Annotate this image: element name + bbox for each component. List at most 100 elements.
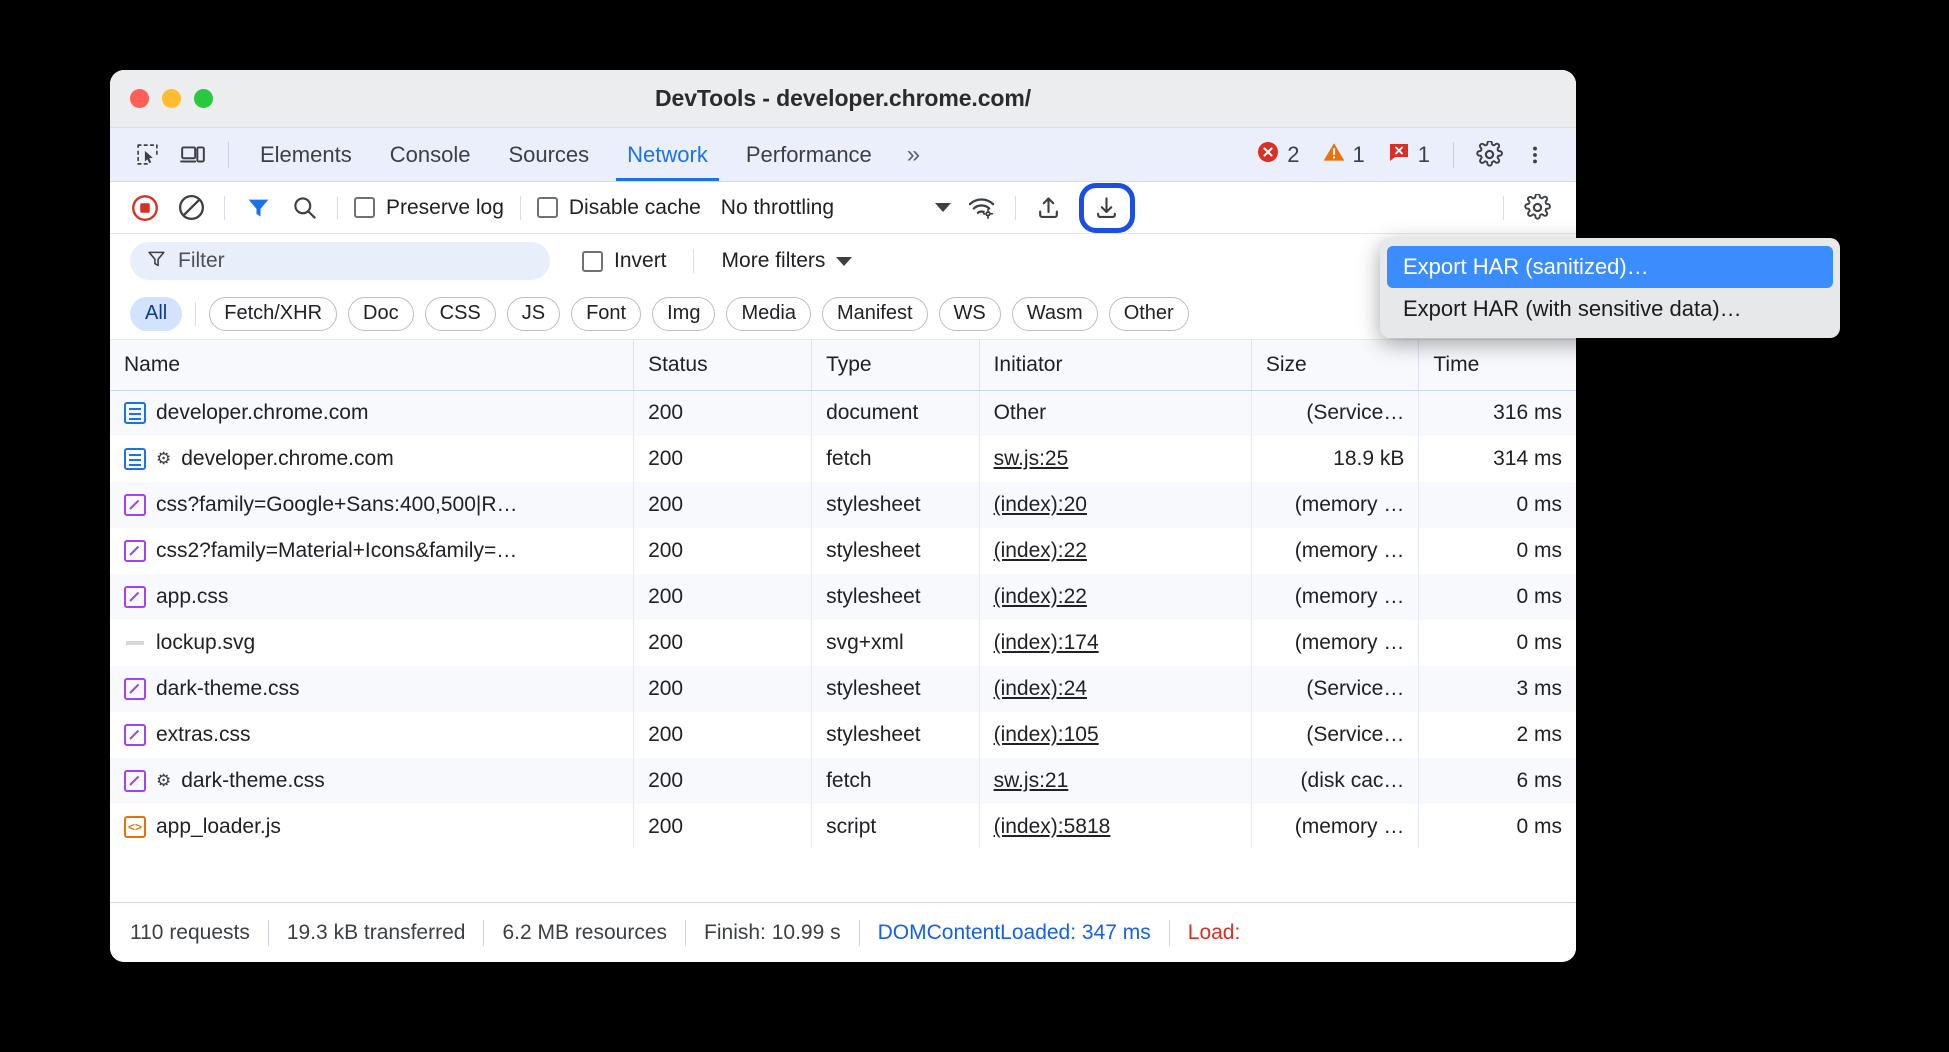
devtools-tabbar: Elements Console Sources Network Perform… <box>110 128 1576 182</box>
initiator-link[interactable]: (index):5818 <box>994 815 1111 838</box>
cell-initiator[interactable]: (index):174 <box>979 620 1251 666</box>
cell-initiator[interactable]: (index):22 <box>979 574 1251 620</box>
column-header-type[interactable]: Type <box>812 340 980 390</box>
preserve-log-box[interactable] <box>354 197 375 218</box>
tab-console[interactable]: Console <box>371 129 490 181</box>
type-filter-other[interactable]: Other <box>1109 297 1189 331</box>
more-tabs-icon[interactable]: » <box>891 141 934 169</box>
issue-counter[interactable]: 1 <box>1376 140 1441 169</box>
search-icon[interactable] <box>281 188 327 228</box>
cell-name[interactable]: css?family=Google+Sans:400,500|R… <box>110 482 634 528</box>
filter-toggle-icon[interactable] <box>235 188 281 228</box>
export-har-button[interactable] <box>1084 188 1130 228</box>
type-filter-wasm[interactable]: Wasm <box>1012 297 1098 331</box>
table-row[interactable]: css2?family=Material+Icons&family=… 200 … <box>110 528 1576 574</box>
table-row[interactable]: app.css 200 stylesheet (index):22 (memor… <box>110 574 1576 620</box>
cell-time: 0 ms <box>1419 528 1576 574</box>
table-row[interactable]: ⚙ developer.chrome.com 200 fetch sw.js:2… <box>110 436 1576 482</box>
invert-checkbox[interactable]: Invert <box>582 249 667 273</box>
tab-network[interactable]: Network <box>608 129 727 181</box>
type-filter-img[interactable]: Img <box>652 297 715 331</box>
initiator-link[interactable]: (index):174 <box>994 631 1099 654</box>
type-filter-all[interactable]: All <box>130 297 182 331</box>
column-header-status[interactable]: Status <box>634 340 812 390</box>
wifi-gear-icon[interactable] <box>959 188 1005 228</box>
cell-name[interactable]: <> app_loader.js <box>110 804 634 848</box>
cell-name[interactable]: app.css <box>110 574 634 620</box>
table-row[interactable]: css?family=Google+Sans:400,500|R… 200 st… <box>110 482 1576 528</box>
cell-initiator[interactable]: sw.js:25 <box>979 436 1251 482</box>
invert-box[interactable] <box>582 251 603 272</box>
maximize-window-button[interactable] <box>194 89 213 108</box>
cell-name[interactable]: developer.chrome.com <box>110 390 634 436</box>
status-requests: 110 requests <box>130 921 268 945</box>
initiator-link[interactable]: sw.js:25 <box>994 447 1069 470</box>
cell-initiator[interactable]: (index):5818 <box>979 804 1251 848</box>
inspect-element-icon[interactable] <box>124 135 170 175</box>
error-counter[interactable]: 2 <box>1245 140 1310 169</box>
column-header-time[interactable]: Time <box>1419 340 1576 390</box>
cell-name[interactable]: lockup.svg <box>110 620 634 666</box>
cell-name[interactable]: ⚙ dark-theme.css <box>110 758 634 804</box>
cell-initiator[interactable]: sw.js:21 <box>979 758 1251 804</box>
menu-item-export-har-sensitive[interactable]: Export HAR (with sensitive data)… <box>1387 288 1833 330</box>
warning-counter[interactable]: 1 <box>1311 140 1376 169</box>
cell-initiator[interactable]: (index):20 <box>979 482 1251 528</box>
type-filter-css[interactable]: CSS <box>425 297 496 331</box>
export-har-menu: Export HAR (sanitized)… Export HAR (with… <box>1380 238 1840 338</box>
type-filter-fetch-xhr[interactable]: Fetch/XHR <box>209 297 337 331</box>
tab-performance[interactable]: Performance <box>727 129 891 181</box>
type-filter-media[interactable]: Media <box>726 297 810 331</box>
gear-icon[interactable] <box>1466 135 1512 175</box>
cell-initiator[interactable]: (index):22 <box>979 528 1251 574</box>
toolbar-divider-1 <box>224 196 225 220</box>
initiator-link[interactable]: (index):22 <box>994 539 1087 562</box>
table-row[interactable]: lockup.svg 200 svg+xml (index):174 (memo… <box>110 620 1576 666</box>
request-name: dark-theme.css <box>181 769 325 793</box>
table-row[interactable]: dark-theme.css 200 stylesheet (index):24… <box>110 666 1576 712</box>
close-window-button[interactable] <box>130 89 149 108</box>
minimize-window-button[interactable] <box>162 89 181 108</box>
cell-initiator[interactable]: (index):24 <box>979 666 1251 712</box>
initiator-link[interactable]: (index):20 <box>994 493 1087 516</box>
type-filter-font[interactable]: Font <box>571 297 641 331</box>
table-row[interactable]: ⚙ dark-theme.css 200 fetch sw.js:21 (dis… <box>110 758 1576 804</box>
table-row[interactable]: <> app_loader.js 200 script (index):5818… <box>110 804 1576 848</box>
type-filter-ws[interactable]: WS <box>939 297 1001 331</box>
disable-cache-checkbox[interactable]: Disable cache <box>531 196 707 220</box>
throttling-dropdown[interactable]: No throttling <box>721 196 951 220</box>
column-header-name[interactable]: Name <box>110 340 634 390</box>
clear-button[interactable] <box>168 188 214 228</box>
error-count: 2 <box>1287 142 1299 168</box>
cell-status: 200 <box>634 804 812 848</box>
import-har-button[interactable] <box>1026 188 1072 228</box>
cell-name[interactable]: extras.css <box>110 712 634 758</box>
initiator-link[interactable]: (index):24 <box>994 677 1087 700</box>
column-header-size[interactable]: Size <box>1251 340 1419 390</box>
cell-name[interactable]: dark-theme.css <box>110 666 634 712</box>
table-row[interactable]: extras.css 200 stylesheet (index):105 (S… <box>110 712 1576 758</box>
disable-cache-box[interactable] <box>537 197 558 218</box>
tab-sources[interactable]: Sources <box>489 129 608 181</box>
initiator-link[interactable]: (index):105 <box>994 723 1099 746</box>
stop-recording-button[interactable] <box>122 188 168 228</box>
network-requests-table[interactable]: Name Status Type Initiator Size Time <box>110 340 1576 848</box>
type-filter-manifest[interactable]: Manifest <box>822 297 928 331</box>
initiator-link[interactable]: (index):22 <box>994 585 1087 608</box>
search-input[interactable]: Filter <box>130 242 550 280</box>
cell-initiator[interactable]: (index):105 <box>979 712 1251 758</box>
cell-name[interactable]: css2?family=Material+Icons&family=… <box>110 528 634 574</box>
type-filter-doc[interactable]: Doc <box>348 297 414 331</box>
preserve-log-checkbox[interactable]: Preserve log <box>348 196 510 220</box>
cell-name[interactable]: ⚙ developer.chrome.com <box>110 436 634 482</box>
tab-elements[interactable]: Elements <box>241 129 371 181</box>
column-header-initiator[interactable]: Initiator <box>979 340 1251 390</box>
table-row[interactable]: developer.chrome.com 200 document Other … <box>110 390 1576 436</box>
network-settings-gear-icon[interactable] <box>1514 188 1560 228</box>
initiator-link[interactable]: sw.js:21 <box>994 769 1069 792</box>
more-filters-dropdown[interactable]: More filters <box>722 249 853 273</box>
type-filter-js[interactable]: JS <box>507 297 560 331</box>
kebab-menu-icon[interactable] <box>1512 135 1558 175</box>
menu-item-export-har-sanitized[interactable]: Export HAR (sanitized)… <box>1387 246 1833 288</box>
device-toolbar-icon[interactable] <box>170 135 216 175</box>
